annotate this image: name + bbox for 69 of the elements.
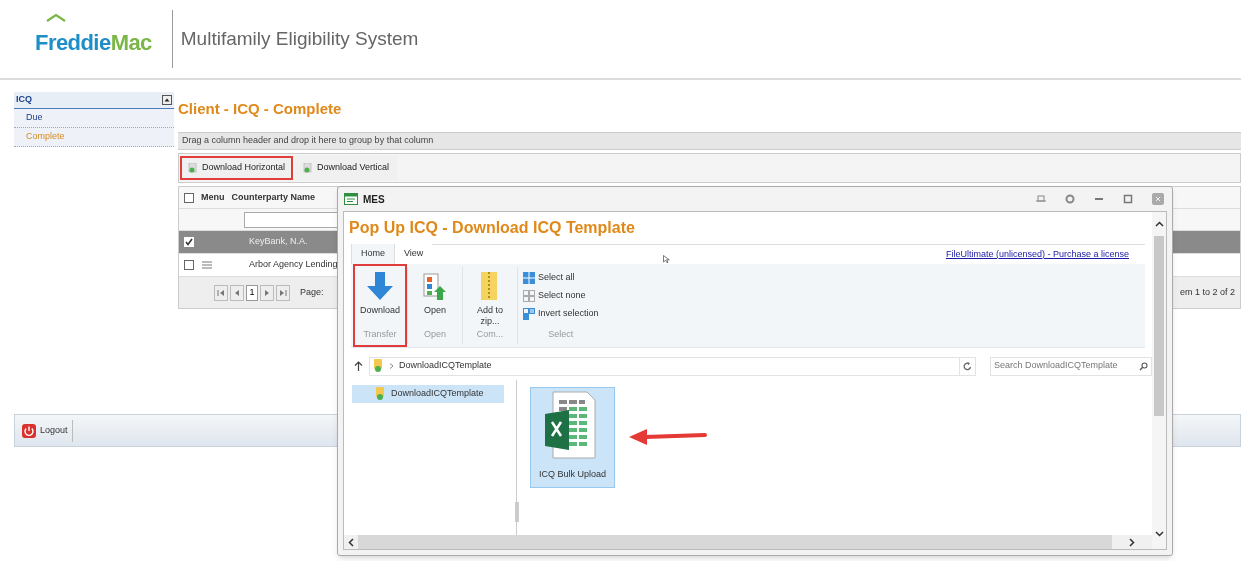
window-icon	[344, 193, 358, 205]
empty-grid-icon	[523, 290, 535, 302]
download-arrow-icon	[365, 272, 395, 302]
invert-grid-icon	[523, 308, 535, 320]
scroll-thumb[interactable]	[1154, 236, 1164, 416]
chevron-right-icon	[1129, 537, 1135, 547]
close-icon	[1152, 193, 1164, 205]
search-field[interactable]: Search DownloadICQTemplate	[990, 356, 1152, 376]
ribbon-group-label: Select	[548, 327, 574, 341]
toolbar-button[interactable]: Download Vertical	[295, 156, 398, 180]
grid-icon	[523, 272, 535, 284]
page-label: Page:	[300, 285, 324, 299]
ribbon-button[interactable]: Select none	[523, 288, 599, 304]
window-title: MES	[363, 192, 385, 207]
logout-button[interactable]: Logout	[18, 419, 73, 442]
pager-arrow-icon	[263, 288, 271, 297]
row-checkbox[interactable]	[184, 237, 194, 247]
ribbon-group-label: Com...	[476, 327, 504, 341]
ribbon-button[interactable]: Open	[413, 272, 457, 328]
pager-summary: em 1 to 2 of 2	[1179, 285, 1235, 299]
pager-arrow-icon	[217, 288, 225, 297]
pager-arrow-icon	[279, 288, 287, 297]
pager-button[interactable]	[260, 284, 274, 301]
maximize-icon	[1123, 194, 1133, 204]
table-cell: Arbor Agency Lending	[249, 258, 338, 272]
ribbon-button[interactable]: Select all	[523, 270, 599, 286]
app-title: Multifamily Eligibility System	[180, 26, 419, 51]
ribbon-button[interactable]: Download	[358, 272, 402, 328]
table-cell: KeyBank, N.A.	[249, 235, 308, 249]
roof-icon	[45, 13, 67, 22]
page-title: Client - ICQ - Complete	[178, 100, 342, 117]
group-hint: Drag a column header and drop it here to group by that column	[182, 134, 434, 148]
document-icon	[303, 163, 314, 173]
pager-button[interactable]	[214, 284, 228, 301]
row-checkbox[interactable]	[184, 260, 194, 270]
ribbon-group-label: Open	[424, 327, 446, 341]
horizontal-scrollbar[interactable]	[344, 535, 1152, 549]
search-icon	[1139, 361, 1148, 371]
sidebar-item[interactable]: Due	[14, 109, 174, 128]
splitter-handle[interactable]	[515, 502, 519, 522]
file-item[interactable]: ICQ Bulk Upload	[530, 387, 615, 488]
ribbon-group-label: Transfer	[363, 327, 397, 341]
power-icon	[22, 423, 36, 438]
column-header[interactable]: Menu	[201, 190, 225, 205]
chevron-down-icon	[1154, 531, 1164, 537]
toolbar-button[interactable]: Download Horizontal	[180, 156, 294, 180]
page-number[interactable]: 1	[246, 284, 258, 301]
chevron-right-icon	[389, 363, 394, 369]
pager-arrow-icon	[233, 288, 241, 297]
path-segment[interactable]: DownloadICQTemplate	[399, 359, 492, 373]
address-bar[interactable]: DownloadICQTemplate	[369, 356, 976, 376]
column-header[interactable]: Counterparty Name	[231, 190, 316, 205]
pager-button[interactable]	[230, 284, 244, 301]
ribbon-button[interactable]: Invert selection	[523, 306, 599, 322]
chevron-up-icon	[1154, 221, 1164, 227]
ribbon-button[interactable]: Add to zip...	[468, 272, 512, 328]
document-icon	[188, 163, 198, 173]
up-arrow-icon	[354, 361, 363, 371]
dialog-heading: Pop Up ICQ - Download ICQ Template	[349, 218, 635, 238]
menu-icon	[202, 261, 212, 269]
chevron-left-icon	[348, 537, 354, 547]
pager-button[interactable]	[276, 284, 290, 301]
license-link[interactable]: FileUltimate (unlicensed) - Purchase a license	[945, 247, 1129, 262]
ribbon-tab[interactable]: Home	[351, 244, 395, 264]
sidebar-section: ICQ	[14, 93, 32, 107]
vertical-scrollbar[interactable]	[1152, 212, 1166, 549]
header-checkbox[interactable]	[184, 192, 194, 203]
logo: FreddieMac	[35, 19, 152, 59]
tree-item[interactable]: DownloadICQTemplate	[352, 385, 504, 403]
